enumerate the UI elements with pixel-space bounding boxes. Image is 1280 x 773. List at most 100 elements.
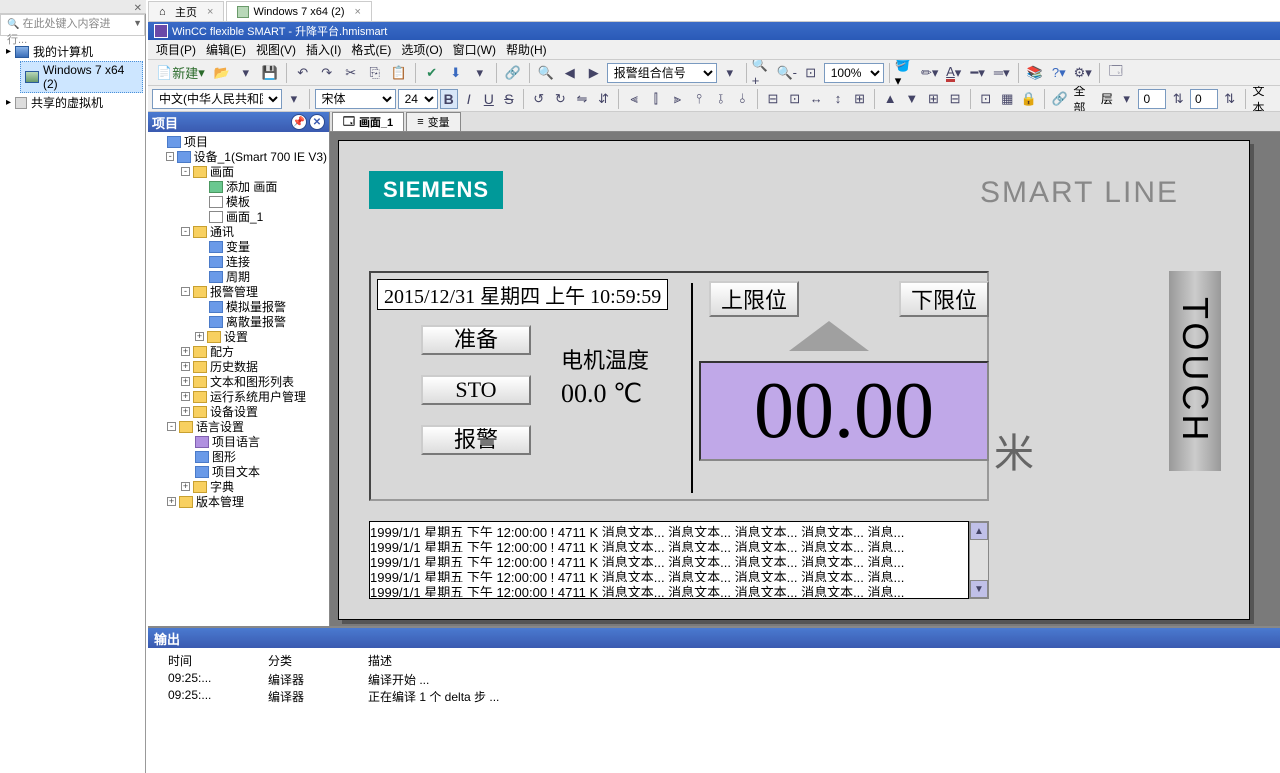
menu-edit[interactable]: 编辑(E): [202, 41, 250, 58]
position-value[interactable]: 00.00: [699, 361, 989, 461]
alarm-button[interactable]: 报警: [421, 425, 531, 455]
menu-format[interactable]: 格式(E): [347, 41, 395, 58]
expand-icon[interactable]: ▸: [6, 97, 11, 108]
sto-button[interactable]: STO: [421, 375, 531, 405]
datetime-field[interactable]: 2015/12/31 星期四 上午 10:59:59: [377, 279, 668, 310]
project-tree-item[interactable]: 变量: [148, 239, 329, 254]
expand-toggle[interactable]: -: [181, 167, 190, 176]
undo-button[interactable]: ↶: [292, 62, 314, 84]
rotate-right-button[interactable]: ↻: [550, 88, 570, 110]
expand-toggle[interactable]: +: [181, 407, 190, 416]
help-button[interactable]: ?▾: [1048, 62, 1070, 84]
group-button[interactable]: ⊞: [924, 88, 944, 110]
font-combo[interactable]: 宋体: [315, 89, 396, 109]
project-tree-item[interactable]: +设备设置: [148, 404, 329, 419]
project-tree-item[interactable]: 项目: [148, 134, 329, 149]
expand-toggle[interactable]: +: [195, 332, 204, 341]
vm-search-input[interactable]: 🔍 在此处键入内容进行... ▼: [0, 14, 145, 36]
lock-button[interactable]: 🔒: [1019, 88, 1039, 110]
project-tree-item[interactable]: +设置: [148, 329, 329, 344]
rotate-left-button[interactable]: ↺: [529, 88, 549, 110]
nav-back-button[interactable]: ◀: [559, 62, 581, 84]
project-tree-item[interactable]: +文本和图形列表: [148, 374, 329, 389]
ready-button[interactable]: 准备: [421, 325, 531, 355]
menu-options[interactable]: 选项(O): [397, 41, 446, 58]
project-tree-item[interactable]: 添加 画面: [148, 179, 329, 194]
bring-front-button[interactable]: ▲: [880, 88, 900, 110]
project-tree-item[interactable]: +运行系统用户管理: [148, 389, 329, 404]
project-tree-item[interactable]: +历史数据: [148, 359, 329, 374]
project-tree-item[interactable]: 连接: [148, 254, 329, 269]
distribute-h-button[interactable]: ⊟: [763, 88, 783, 110]
menu-help[interactable]: 帮助(H): [502, 41, 551, 58]
host-tab-vm[interactable]: Windows 7 x64 (2) ×: [226, 1, 372, 21]
project-tree-item[interactable]: -报警管理: [148, 284, 329, 299]
project-tree-item[interactable]: 项目文本: [148, 464, 329, 479]
project-tree-item[interactable]: -通讯: [148, 224, 329, 239]
align-middle-button[interactable]: ⫱: [711, 88, 731, 110]
expand-toggle[interactable]: +: [181, 347, 190, 356]
expand-toggle[interactable]: +: [181, 377, 190, 386]
project-tree-item[interactable]: 画面_1: [148, 209, 329, 224]
style2-button[interactable]: ═▾: [991, 62, 1013, 84]
copy-button[interactable]: ⎘: [364, 62, 386, 84]
project-tree-item[interactable]: +字典: [148, 479, 329, 494]
output-row[interactable]: 09:25:... 编译器 编译开始 ...: [168, 671, 1260, 688]
alarm-combo[interactable]: 报警组合信号: [607, 63, 717, 83]
expand-toggle[interactable]: -: [166, 152, 175, 161]
zoom-in-button[interactable]: 🔍+: [752, 62, 774, 84]
cut-button[interactable]: ✂: [340, 62, 362, 84]
project-tree-item[interactable]: +版本管理: [148, 494, 329, 509]
italic-button[interactable]: I: [460, 89, 478, 109]
lower-limit-button[interactable]: 下限位: [899, 281, 989, 317]
vm-tree-shared[interactable]: ▸ 共享的虚拟机: [2, 93, 143, 112]
bold-button[interactable]: B: [440, 89, 458, 109]
chevron-down-icon[interactable]: ▼: [133, 18, 142, 28]
tool-button[interactable]: ▾: [469, 62, 491, 84]
style-button[interactable]: ━▾: [967, 62, 989, 84]
project-tree-item[interactable]: -画面: [148, 164, 329, 179]
same-width-button[interactable]: ↔: [806, 88, 826, 110]
send-back-button[interactable]: ▼: [902, 88, 922, 110]
strike-button[interactable]: S: [500, 89, 518, 109]
project-tree-item[interactable]: +配方: [148, 344, 329, 359]
coord-x-field[interactable]: 0: [1138, 89, 1166, 109]
menu-insert[interactable]: 插入(I): [302, 41, 345, 58]
message-scrollbar[interactable]: ▲ ▼: [969, 521, 989, 599]
editor-tab-tags[interactable]: ≡ 变量: [406, 112, 460, 131]
expand-toggle[interactable]: +: [181, 392, 190, 401]
grid-button[interactable]: ▦: [998, 88, 1018, 110]
close-icon[interactable]: ×: [355, 6, 361, 18]
coord-y-field[interactable]: 0: [1190, 89, 1218, 109]
editor-canvas-wrap[interactable]: SIEMENS SMART LINE 2015/12/31 星期四 上午 10:…: [330, 132, 1280, 626]
new-dropdown-button[interactable]: 📄 新建 ▾: [152, 62, 209, 84]
same-size-button[interactable]: ⊞: [850, 88, 870, 110]
window-button[interactable]: 🗔: [1105, 62, 1127, 84]
ungroup-button[interactable]: ⊟: [945, 88, 965, 110]
find-button[interactable]: 🔍: [535, 62, 557, 84]
menu-view[interactable]: 视图(V): [252, 41, 300, 58]
zoom-out-button[interactable]: 🔍-: [776, 62, 798, 84]
text-button-label[interactable]: 文本: [1250, 86, 1275, 112]
project-tree-item[interactable]: -设备_1(Smart 700 IE V3): [148, 149, 329, 164]
stepper-icon[interactable]: ⇅: [1220, 88, 1240, 110]
menu-project[interactable]: 项目(P): [152, 41, 200, 58]
project-tree-item[interactable]: 项目语言: [148, 434, 329, 449]
distribute-v-button[interactable]: ⊡: [785, 88, 805, 110]
same-height-button[interactable]: ↕: [828, 88, 848, 110]
expand-toggle[interactable]: +: [181, 362, 190, 371]
snap-button[interactable]: ⊡: [976, 88, 996, 110]
pin-button[interactable]: 📌: [291, 114, 307, 130]
expand-toggle[interactable]: +: [181, 482, 190, 491]
save-button[interactable]: 💾: [259, 62, 281, 84]
flip-v-button[interactable]: ⇵: [594, 88, 614, 110]
nav-fwd-button[interactable]: ▶: [583, 62, 605, 84]
link-button[interactable]: 🔗: [502, 62, 524, 84]
flip-h-button[interactable]: ⇋: [572, 88, 592, 110]
font-color-button[interactable]: A▾: [943, 62, 965, 84]
expand-toggle[interactable]: -: [181, 287, 190, 296]
editor-tab-screen[interactable]: 🗔 画面_1: [332, 112, 404, 131]
dropdown-icon[interactable]: ▾: [284, 88, 304, 110]
project-tree-item[interactable]: 周期: [148, 269, 329, 284]
line-color-button[interactable]: ✏▾: [919, 62, 941, 84]
